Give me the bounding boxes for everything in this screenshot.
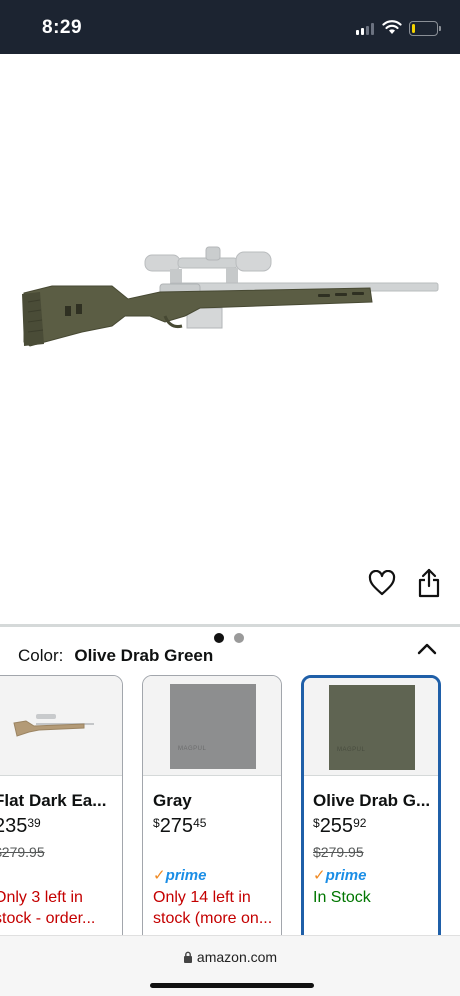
battery-level-fill: [412, 24, 415, 33]
variant-card-olive-drab-green[interactable]: MAGPUL Olive Drab G... $25592 $279.95 ✓p…: [301, 675, 441, 935]
variant-card-flat-dark-earth[interactable]: Flat Dark Ea... 23539 $279.95 Only 3 lef…: [0, 675, 123, 935]
variant-card-gray[interactable]: MAGPUL Gray $27545 ✓prime Only 14 left i…: [142, 675, 282, 935]
swatch-watermark: MAGPUL: [178, 746, 207, 752]
variant-thumbnail: MAGPUL: [143, 676, 281, 776]
price-fraction: 45: [193, 816, 207, 830]
heart-icon[interactable]: [368, 570, 396, 596]
variant-stock-status: In Stock: [313, 889, 371, 906]
variant-name: Flat Dark Ea...: [0, 791, 107, 810]
chevron-up-icon[interactable]: [416, 641, 438, 657]
section-divider: [0, 624, 460, 627]
url-display[interactable]: amazon.com: [0, 949, 460, 965]
variant-stock-status: Only 14 left in stock (more on...: [153, 889, 273, 927]
battery-tip: [439, 26, 441, 31]
lock-icon: [183, 951, 192, 963]
variant-price: $27545: [153, 815, 206, 838]
status-time: 8:29: [42, 17, 83, 38]
price-whole: 255: [319, 815, 354, 837]
price-currency: $: [313, 816, 320, 830]
variant-stock-status: Only 3 left in stock - order...: [0, 889, 96, 927]
variant-price: $25592: [313, 815, 366, 838]
wifi-icon: [382, 20, 402, 34]
selected-color-value: Olive Drab Green: [74, 646, 214, 665]
variant-thumbnail: MAGPUL: [304, 678, 438, 776]
url-text: amazon.com: [196, 949, 278, 965]
variant-list-price: $279.95: [0, 844, 45, 860]
browser-address-bar[interactable]: amazon.com: [0, 935, 460, 996]
variant-price: 23539: [0, 815, 41, 838]
carousel-dot-active[interactable]: [214, 633, 224, 643]
prime-check-icon: ✓: [153, 867, 166, 884]
share-icon[interactable]: [417, 568, 441, 598]
status-bar: 8:29: [0, 0, 460, 54]
variant-thumbnail: [0, 676, 122, 776]
battery-icon: [409, 21, 438, 36]
variant-name: Olive Drab G...: [313, 791, 431, 810]
home-indicator[interactable]: [150, 983, 314, 988]
variant-name: Gray: [153, 791, 192, 810]
color-label: Color:: [18, 646, 64, 665]
price-fraction: 39: [27, 816, 41, 830]
price-currency: $: [153, 816, 160, 830]
rifle-stock-image: [22, 246, 439, 347]
product-image-carousel[interactable]: [0, 54, 460, 643]
prime-check-icon: ✓: [313, 867, 326, 884]
rifle-thumbnail-image: [13, 714, 94, 737]
swatch-watermark: MAGPUL: [337, 747, 366, 753]
prime-badge: ✓prime: [313, 866, 366, 884]
carousel-page-indicator[interactable]: [214, 633, 254, 643]
price-fraction: 92: [353, 816, 367, 830]
color-swatch: MAGPUL: [329, 685, 415, 770]
color-swatch: MAGPUL: [170, 684, 256, 769]
color-selector-header[interactable]: Color: Olive Drab Green: [18, 644, 213, 668]
color-variant-list: Flat Dark Ea... 23539 $279.95 Only 3 lef…: [0, 675, 460, 935]
prime-badge: ✓prime: [153, 866, 206, 884]
cellular-signal-icon: [356, 23, 376, 35]
carousel-dot[interactable]: [234, 633, 244, 643]
variant-list-price: $279.95: [313, 844, 364, 860]
price-whole: 235: [0, 815, 28, 837]
price-whole: 275: [159, 815, 194, 837]
prime-label: prime: [165, 867, 207, 884]
prime-label: prime: [325, 867, 367, 884]
